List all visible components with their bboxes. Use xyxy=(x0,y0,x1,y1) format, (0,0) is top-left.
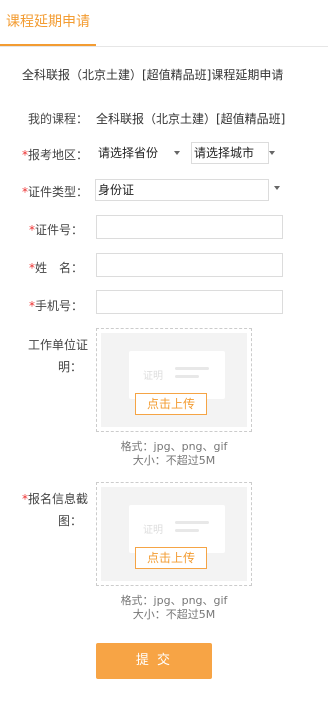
work-proof-label-line1: 工作单位证 xyxy=(27,338,88,352)
phone-label-text: 手机号： xyxy=(34,299,83,313)
id-number-input[interactable] xyxy=(96,215,283,239)
city-select-value: 请选择城市 xyxy=(194,146,255,160)
id-type-label-text: 证件类型： xyxy=(27,185,88,199)
chevron-down-icon xyxy=(174,151,180,155)
size-hint: 大小：不超过5M xyxy=(132,608,216,621)
work-proof-label-line2: 明： xyxy=(57,360,82,374)
name-input[interactable] xyxy=(96,253,283,277)
signup-proof-label-line2: 图： xyxy=(57,514,82,528)
signup-proof-upload[interactable]: 证明 点击上传 xyxy=(96,482,252,586)
chevron-down-icon xyxy=(269,151,275,155)
name-label: *姓 名： xyxy=(14,259,83,276)
size-hint: 大小：不超过5M xyxy=(132,454,216,467)
province-select[interactable]: 请选择省份 xyxy=(95,142,180,164)
name-label-text: 姓 名： xyxy=(34,261,83,275)
course-value: 全科联报（北京土建）[超值精品班] xyxy=(96,112,286,126)
upload-placeholder: 证明 点击上传 xyxy=(101,487,247,581)
format-hint: 格式：jpg、png、gif xyxy=(120,594,228,607)
tab-bar: 课程延期申请 xyxy=(0,0,328,47)
phone-label: *手机号： xyxy=(14,297,83,314)
id-type-select-value: 身份证 xyxy=(98,183,135,197)
work-proof-upload[interactable]: 证明 点击上传 xyxy=(96,328,252,432)
region-label: *报考地区： xyxy=(14,146,88,163)
course-label: 我的课程： xyxy=(27,112,88,126)
certificate-icon: 证明 xyxy=(129,505,225,553)
format-hint: 格式：jpg、png、gif xyxy=(120,440,228,453)
upload-placeholder: 证明 点击上传 xyxy=(101,333,247,427)
id-number-label-text: 证件号： xyxy=(34,223,83,237)
phone-input[interactable] xyxy=(96,290,283,314)
chevron-down-icon xyxy=(274,186,280,190)
certificate-icon: 证明 xyxy=(129,351,225,399)
city-select[interactable]: 请选择城市 xyxy=(191,142,275,164)
submit-button[interactable]: 提 交 xyxy=(96,643,212,679)
province-select-value: 请选择省份 xyxy=(98,146,159,160)
tab-course-extension[interactable]: 课程延期申请 xyxy=(0,0,96,46)
id-number-label: *证件号： xyxy=(14,221,83,238)
signup-proof-label-line1: *报名信息截 xyxy=(21,492,88,506)
id-type-select[interactable]: 身份证 xyxy=(95,179,280,201)
signup-proof-label: *报名信息截 图： xyxy=(14,488,88,532)
region-label-text: 报考地区： xyxy=(27,148,88,162)
upload-button[interactable]: 点击上传 xyxy=(135,547,207,569)
id-type-label: *证件类型： xyxy=(14,183,88,200)
upload-button[interactable]: 点击上传 xyxy=(135,393,207,415)
page-title: 全科联报（北京土建）[超值精品班]课程延期申请 xyxy=(22,68,284,82)
work-proof-label: 工作单位证 明： xyxy=(14,334,88,378)
